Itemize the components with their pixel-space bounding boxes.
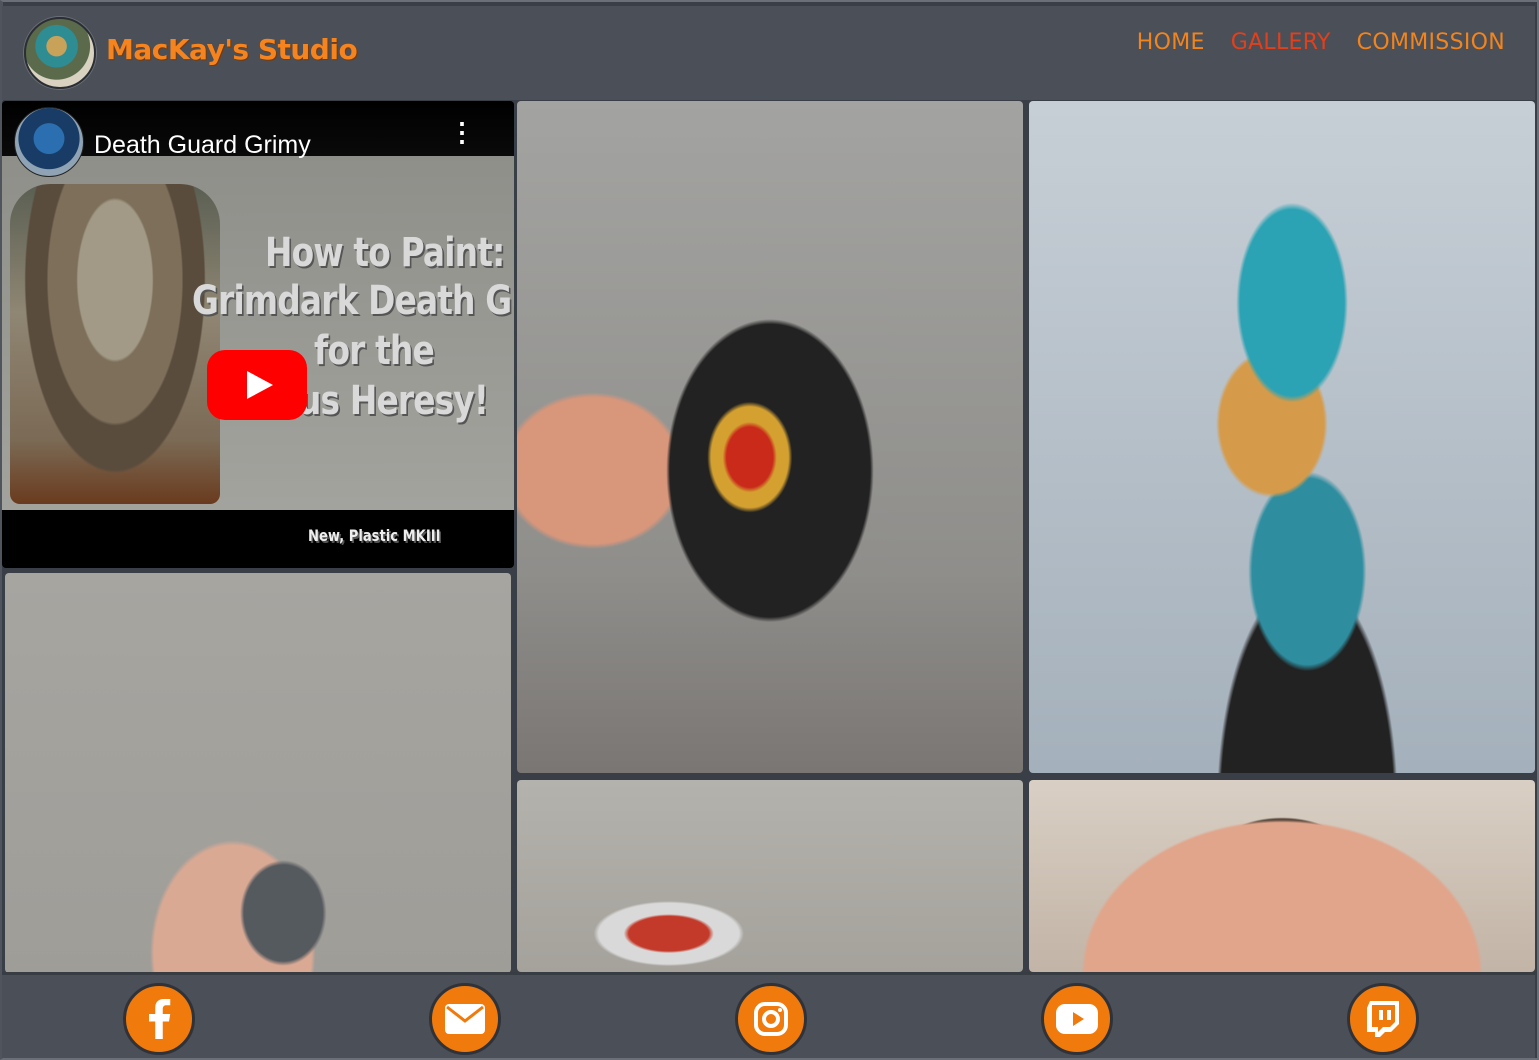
brand-name[interactable]: MacKay's Studio [106,33,358,66]
main-nav: HOME GALLERY COMMISSION [1137,30,1505,55]
youtube-link[interactable] [1041,983,1113,1055]
nav-commission[interactable]: COMMISSION [1357,30,1505,55]
instagram-link[interactable] [735,983,807,1055]
site-header: MacKay's Studio HOME GALLERY COMMISSION [2,6,1535,100]
twitch-link[interactable] [1347,983,1419,1055]
video-thumbnail[interactable]: How to Paint: Grimdark Death Guar for th… [2,154,514,545]
play-button[interactable] [207,350,307,420]
youtube-icon [1056,1004,1098,1034]
youtube-video-embed[interactable]: How to Paint: Grimdark Death Guar for th… [2,101,514,568]
gallery-photo-axe-miniature[interactable] [517,780,1023,972]
gallery-photo-scythe-miniature[interactable] [1029,780,1535,972]
thumbnail-miniature-image [10,184,220,504]
email-icon [445,1004,485,1034]
channel-avatar[interactable] [14,107,84,177]
gallery-photo-dark-miniature[interactable] [517,101,1023,773]
thumbnail-text: us Heresy! [298,378,489,424]
more-options-icon[interactable]: ⋮ [449,119,475,145]
site-logo[interactable] [24,17,96,89]
twitch-icon [1367,1001,1399,1037]
video-title[interactable]: Death Guard Grimy [94,131,311,160]
gallery-photo-lizard-miniature[interactable] [1029,101,1535,773]
gallery-grid: How to Paint: Grimdark Death Guar for th… [2,101,1535,972]
thumbnail-text: for the [314,328,435,374]
thumbnail-text: How to Paint: [265,230,505,276]
thumbnail-text: New, Plastic MKIII [308,526,441,545]
facebook-icon [149,999,171,1039]
facebook-link[interactable] [123,983,195,1055]
site-footer [2,972,1535,1058]
email-link[interactable] [429,983,501,1055]
thumbnail-text: Grimdark Death Guar [192,278,514,324]
nav-gallery[interactable]: GALLERY [1231,30,1331,55]
instagram-icon [754,1002,788,1036]
gallery-photo-grey-miniature[interactable] [5,573,511,972]
nav-home[interactable]: HOME [1137,30,1205,55]
